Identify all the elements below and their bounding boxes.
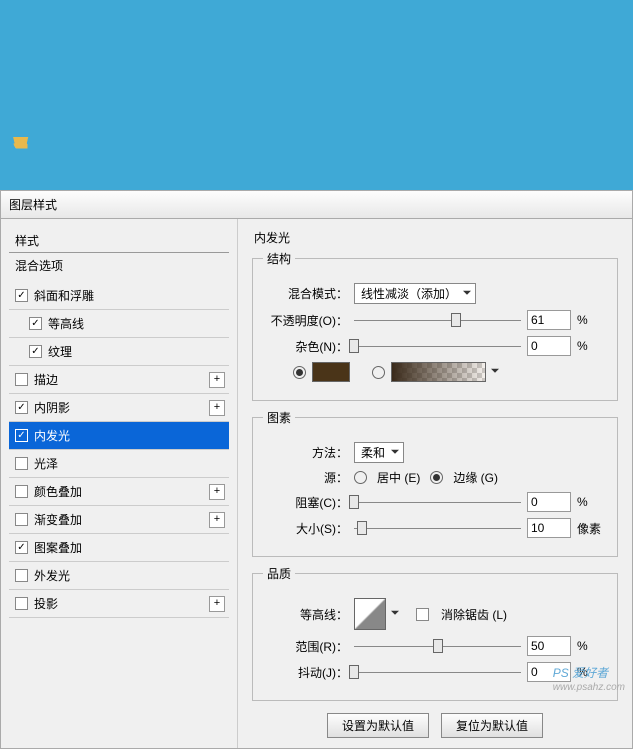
styles-header[interactable]: 样式: [9, 229, 229, 253]
settings-panel: 内发光 结构 混合模式： 线性减淡（添加） 不透明度(O)： % 杂色(N)： …: [238, 219, 632, 748]
style-label: 图案叠加: [34, 539, 82, 556]
style-item-8[interactable]: 渐变叠加 +: [9, 506, 229, 534]
quality-group: 品质 等高线： 消除锯齿 (L) 范围(R)： % 抖动(J)： %: [252, 565, 618, 701]
opacity-input[interactable]: [527, 310, 571, 330]
style-label: 光泽: [34, 455, 58, 472]
quality-legend: 品质: [263, 565, 295, 582]
range-label: 范围(R)：: [263, 638, 348, 655]
choke-input[interactable]: [527, 492, 571, 512]
antialias-label: 消除锯齿 (L): [441, 606, 507, 623]
technique-label: 方法：: [263, 444, 348, 461]
style-label: 等高线: [48, 315, 84, 332]
source-center-radio[interactable]: [354, 471, 367, 484]
blend-mode-label: 混合模式：: [263, 285, 348, 302]
style-checkbox[interactable]: [15, 373, 28, 386]
color-swatch[interactable]: [312, 362, 350, 382]
style-item-4[interactable]: 内阴影 +: [9, 394, 229, 422]
style-item-7[interactable]: 颜色叠加 +: [9, 478, 229, 506]
reset-default-button[interactable]: 复位为默认值: [441, 713, 543, 738]
style-checkbox[interactable]: [15, 597, 28, 610]
add-effect-button[interactable]: +: [209, 596, 225, 612]
style-item-9[interactable]: 图案叠加: [9, 534, 229, 562]
opacity-label: 不透明度(O)：: [263, 312, 348, 329]
source-edge-radio[interactable]: [430, 471, 443, 484]
layer-style-dialog: 样式 混合选项 斜面和浮雕等高线纹理描边 + 内阴影 + 内发光光泽颜色叠加 + 渐变叠加 +…: [0, 218, 633, 749]
range-slider[interactable]: [354, 637, 521, 655]
dialog-title: 图层样式: [0, 190, 633, 218]
range-input[interactable]: [527, 636, 571, 656]
style-label: 外发光: [34, 567, 70, 584]
source-label: 源：: [263, 469, 348, 486]
style-item-1[interactable]: 等高线: [9, 310, 229, 338]
style-label: 内阴影: [34, 399, 70, 416]
choke-label: 阻塞(C)：: [263, 494, 348, 511]
make-default-button[interactable]: 设置为默认值: [327, 713, 429, 738]
structure-group: 结构 混合模式： 线性减淡（添加） 不透明度(O)： % 杂色(N)： %: [252, 250, 618, 401]
style-item-3[interactable]: 描边 +: [9, 366, 229, 394]
style-checkbox[interactable]: [15, 457, 28, 470]
add-effect-button[interactable]: +: [209, 400, 225, 416]
style-checkbox[interactable]: [15, 401, 28, 414]
size-slider[interactable]: [354, 519, 521, 537]
style-item-0[interactable]: 斜面和浮雕: [9, 282, 229, 310]
noise-unit: %: [577, 339, 607, 353]
opacity-slider[interactable]: [354, 311, 521, 329]
style-checkbox[interactable]: [15, 569, 28, 582]
jitter-input[interactable]: [527, 662, 571, 682]
choke-slider[interactable]: [354, 493, 521, 511]
style-checkbox[interactable]: [15, 289, 28, 302]
color-radio[interactable]: [293, 366, 306, 379]
source-edge-label: 边缘 (G): [453, 469, 498, 486]
style-checkbox[interactable]: [15, 485, 28, 498]
noise-label: 杂色(N)：: [263, 338, 348, 355]
contour-label: 等高线：: [263, 606, 348, 623]
style-label: 颜色叠加: [34, 483, 82, 500]
style-item-5[interactable]: 内发光: [9, 422, 229, 450]
style-item-10[interactable]: 外发光: [9, 562, 229, 590]
style-checkbox[interactable]: [29, 345, 42, 358]
jitter-slider[interactable]: [354, 663, 521, 681]
noise-input[interactable]: [527, 336, 571, 356]
choke-unit: %: [577, 495, 607, 509]
antialias-checkbox[interactable]: [416, 608, 429, 621]
noise-slider[interactable]: [354, 337, 521, 355]
jitter-label: 抖动(J)：: [263, 664, 348, 681]
gradient-radio[interactable]: [372, 366, 385, 379]
source-center-label: 居中 (E): [377, 469, 420, 486]
style-checkbox[interactable]: [15, 541, 28, 554]
style-label: 内发光: [34, 427, 70, 444]
blend-options-header[interactable]: 混合选项: [9, 253, 229, 280]
elements-legend: 图素: [263, 409, 295, 426]
inner-glow-title: 内发光: [252, 229, 618, 246]
technique-select[interactable]: 柔和: [354, 442, 404, 463]
style-item-11[interactable]: 投影 +: [9, 590, 229, 618]
style-item-2[interactable]: 纹理: [9, 338, 229, 366]
size-label: 大小(S)：: [263, 520, 348, 537]
add-effect-button[interactable]: +: [209, 512, 225, 528]
size-input[interactable]: [527, 518, 571, 538]
size-unit: 像素: [577, 520, 607, 537]
style-label: 渐变叠加: [34, 511, 82, 528]
style-label: 纹理: [48, 343, 72, 360]
range-unit: %: [577, 639, 607, 653]
style-checkbox[interactable]: [15, 429, 28, 442]
blend-mode-select[interactable]: 线性减淡（添加）: [354, 283, 476, 304]
style-label: 斜面和浮雕: [34, 287, 94, 304]
add-effect-button[interactable]: +: [209, 372, 225, 388]
jitter-unit: %: [577, 665, 607, 679]
styles-panel: 样式 混合选项 斜面和浮雕等高线纹理描边 + 内阴影 + 内发光光泽颜色叠加 + 渐变叠加 +…: [1, 219, 238, 748]
elements-group: 图素 方法： 柔和 源： 居中 (E) 边缘 (G) 阻塞(C)： %: [252, 409, 618, 557]
preview-image: SWEET: [0, 0, 633, 190]
add-effect-button[interactable]: +: [209, 484, 225, 500]
structure-legend: 结构: [263, 250, 295, 267]
style-item-6[interactable]: 光泽: [9, 450, 229, 478]
style-checkbox[interactable]: [15, 513, 28, 526]
style-label: 投影: [34, 595, 58, 612]
gradient-picker[interactable]: [391, 362, 486, 382]
style-checkbox[interactable]: [29, 317, 42, 330]
style-label: 描边: [34, 371, 58, 388]
opacity-unit: %: [577, 313, 607, 327]
contour-picker[interactable]: [354, 598, 386, 630]
